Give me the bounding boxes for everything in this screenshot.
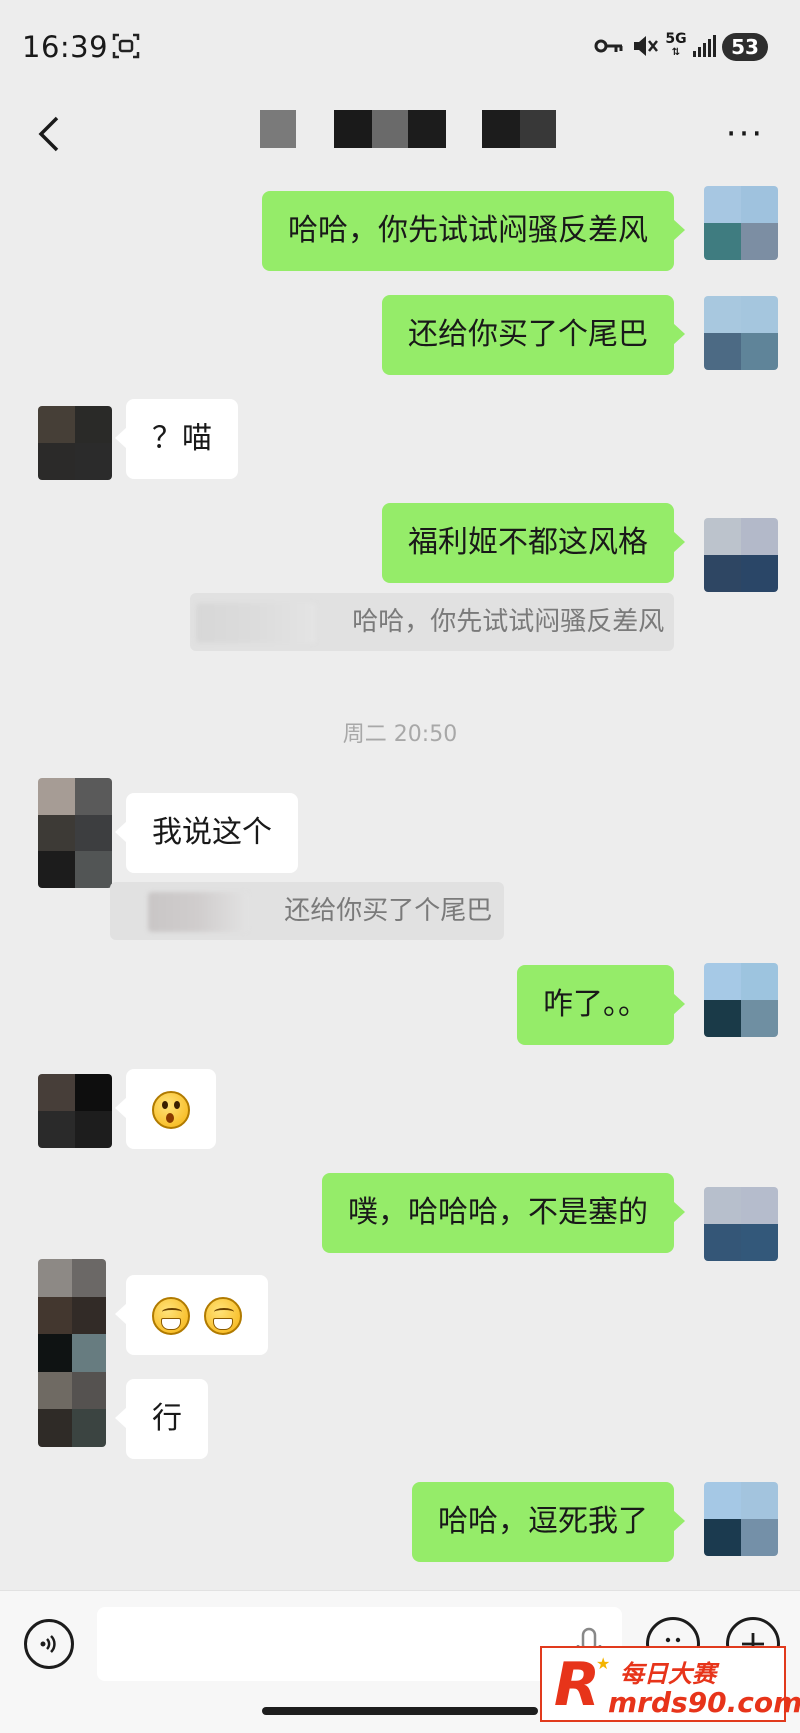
avatar-self[interactable]	[704, 1187, 778, 1261]
message-bubble-self[interactable]: 咋了。。	[517, 965, 685, 1045]
quote-sender-redacted	[148, 891, 248, 932]
message-bubble-contact[interactable]	[115, 1069, 216, 1149]
star-icon: ★	[596, 1654, 611, 1673]
voice-button[interactable]	[24, 1619, 74, 1669]
signal-icon	[692, 30, 718, 62]
network-5g-icon: 5G ⇅	[665, 31, 687, 58]
message-bubble-self[interactable]: 还给你买了个尾巴	[382, 295, 685, 375]
message-bubble-self[interactable]: 哈哈，逗死我了	[412, 1482, 685, 1562]
avatar-self[interactable]	[704, 1482, 778, 1556]
back-button[interactable]	[24, 106, 74, 162]
quote-sender-redacted	[196, 602, 316, 643]
avatar-contact[interactable]	[38, 778, 112, 888]
quoted-message[interactable]: 哈哈，你先试试闷骚反差风	[190, 593, 674, 651]
message-bubble-contact[interactable]: ？喵	[115, 399, 238, 479]
chevron-left-icon	[38, 116, 59, 152]
message-bubble-contact[interactable]: 我说这个	[115, 793, 298, 873]
grin-face-emoji	[203, 1296, 242, 1335]
avatar-contact[interactable]	[38, 1074, 112, 1148]
shocked-face-emoji	[152, 1090, 190, 1129]
timestamp: 周二 20:50	[342, 722, 458, 747]
quote-text: 哈哈，你先试试闷骚反差风	[352, 607, 665, 637]
status-bar: 16:39 5G ⇅ 53	[0, 0, 800, 92]
avatar-self[interactable]	[704, 963, 778, 1037]
avatar-self[interactable]	[704, 186, 778, 260]
voice-icon	[40, 1635, 56, 1653]
message-bubble-self[interactable]: 噗，哈哈哈，不是塞的	[322, 1173, 685, 1253]
message-bubble-contact[interactable]: 行	[115, 1379, 208, 1459]
key-icon	[594, 30, 624, 62]
avatar-contact[interactable]	[38, 1259, 106, 1447]
battery-icon: 53	[722, 33, 768, 61]
status-time: 16:39	[22, 30, 109, 64]
grin-face-emoji	[152, 1296, 190, 1335]
watermark-title: 每日大赛	[620, 1660, 716, 1688]
watermark-url: mrds90.com	[608, 1686, 800, 1719]
avatar-self[interactable]	[704, 296, 778, 370]
network-label: 5G	[665, 31, 687, 47]
screen-record-icon	[110, 30, 142, 62]
more-options-button[interactable]: ···	[720, 114, 770, 154]
mute-icon	[630, 30, 660, 62]
message-bubble-contact[interactable]	[115, 1275, 268, 1355]
quote-text: 还给你买了个尾巴	[284, 896, 493, 926]
avatar-self[interactable]	[704, 518, 778, 592]
message-bubble-self[interactable]: 福利姬不都这风格	[382, 503, 685, 583]
message-bubble-self[interactable]: 哈哈，你先试试闷骚反差风	[262, 191, 685, 271]
home-indicator[interactable]	[262, 1707, 538, 1715]
watermark: R ★ 每日大赛 mrds90.com	[540, 1646, 800, 1722]
avatar-contact[interactable]	[38, 406, 112, 480]
quoted-message[interactable]: 还给你买了个尾巴	[110, 882, 504, 940]
